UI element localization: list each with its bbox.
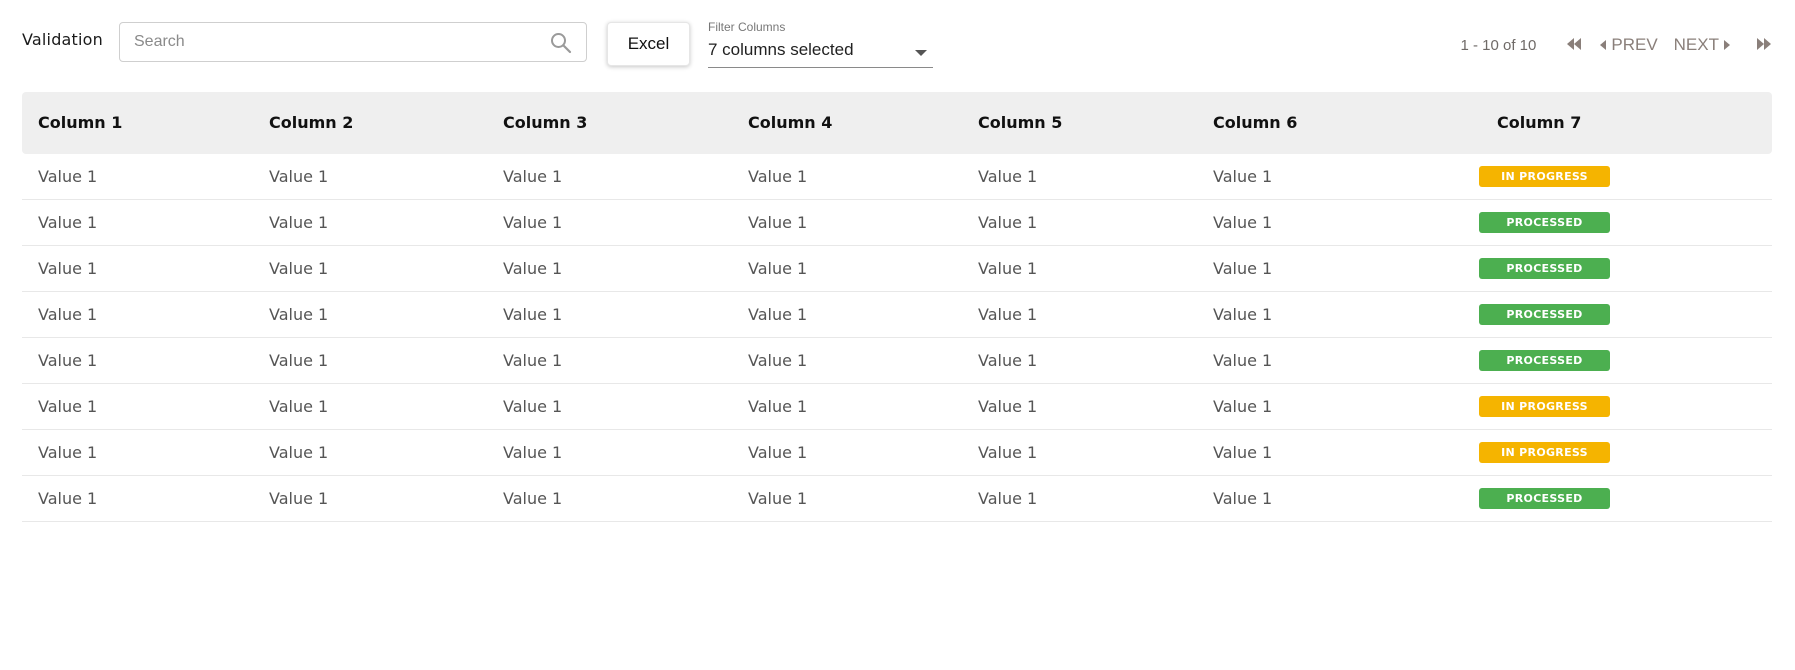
filter-columns-value[interactable]: 7 columns selected (708, 40, 854, 60)
table-cell: Value 1 (269, 167, 329, 186)
chevron-right-icon (1724, 40, 1730, 50)
table-row[interactable]: Value 1 Value 1 Value 1 Value 1 Value 1 … (22, 338, 1772, 384)
table-cell: Value 1 (38, 167, 98, 186)
table-cell: Value 1 (978, 305, 1038, 324)
chevron-left-icon (1600, 40, 1607, 50)
table-cell: Value 1 (978, 443, 1038, 462)
table-cell: Value 1 (503, 489, 563, 508)
table-header: Column 1 Column 2 Column 3 Column 4 Colu… (22, 92, 1772, 154)
table-cell: Value 1 (503, 443, 563, 462)
first-page-button[interactable] (1566, 35, 1582, 55)
table-cell: Value 1 (269, 305, 329, 324)
last-page-icon (1756, 35, 1772, 55)
table-cell: Value 1 (748, 489, 808, 508)
excel-export-button[interactable]: Excel (607, 22, 690, 66)
table-cell: Value 1 (1213, 397, 1273, 416)
table-cell: Value 1 (1213, 489, 1273, 508)
table-cell: Value 1 (503, 397, 563, 416)
last-page-button[interactable] (1756, 35, 1772, 55)
table-cell: Value 1 (978, 351, 1038, 370)
first-page-icon (1566, 35, 1582, 55)
table-cell: Value 1 (1213, 259, 1273, 278)
table-cell: Value 1 (978, 259, 1038, 278)
table-cell: Value 1 (38, 259, 98, 278)
status-badge: IN PROGRESS (1479, 442, 1610, 463)
table-cell: Value 1 (38, 305, 98, 324)
table-cell: Value 1 (269, 443, 329, 462)
table-cell: Value 1 (503, 305, 563, 324)
table-row[interactable]: Value 1 Value 1 Value 1 Value 1 Value 1 … (22, 476, 1772, 522)
next-page-button[interactable]: NEXT (1674, 35, 1730, 55)
table-cell: Value 1 (1213, 167, 1273, 186)
table-cell: Value 1 (978, 213, 1038, 232)
table-cell: Value 1 (269, 397, 329, 416)
status-badge: IN PROGRESS (1479, 396, 1610, 417)
table-row[interactable]: Value 1 Value 1 Value 1 Value 1 Value 1 … (22, 430, 1772, 476)
table-cell: Value 1 (269, 213, 329, 232)
status-badge: PROCESSED (1479, 212, 1610, 233)
table-cell: Value 1 (748, 305, 808, 324)
status-badge: IN PROGRESS (1479, 166, 1610, 187)
table-cell: Value 1 (1213, 443, 1273, 462)
column-header-1[interactable]: Column 1 (38, 92, 122, 154)
table-row[interactable]: Value 1 Value 1 Value 1 Value 1 Value 1 … (22, 292, 1772, 338)
table-cell: Value 1 (38, 351, 98, 370)
filter-underline (708, 67, 933, 68)
table-cell: Value 1 (978, 489, 1038, 508)
table-row[interactable]: Value 1 Value 1 Value 1 Value 1 Value 1 … (22, 246, 1772, 292)
table-cell: Value 1 (38, 213, 98, 232)
table-cell: Value 1 (38, 397, 98, 416)
table-cell: Value 1 (38, 443, 98, 462)
table-cell: Value 1 (748, 213, 808, 232)
column-header-7[interactable]: Column 7 (1497, 92, 1581, 154)
table-cell: Value 1 (269, 351, 329, 370)
filter-columns-select[interactable]: Filter Columns 7 columns selected (708, 20, 933, 70)
column-header-5[interactable]: Column 5 (978, 92, 1062, 154)
column-header-2[interactable]: Column 2 (269, 92, 353, 154)
table-cell: Value 1 (748, 259, 808, 278)
prev-label: PREV (1611, 35, 1658, 54)
filter-columns-label: Filter Columns (708, 20, 786, 34)
table-row[interactable]: Value 1 Value 1 Value 1 Value 1 Value 1 … (22, 200, 1772, 246)
table-cell: Value 1 (1213, 305, 1273, 324)
table-cell: Value 1 (748, 167, 808, 186)
status-badge: PROCESSED (1479, 350, 1610, 371)
status-badge: PROCESSED (1479, 258, 1610, 279)
status-badge: PROCESSED (1479, 488, 1610, 509)
chevron-down-icon[interactable] (915, 50, 927, 56)
status-badge: PROCESSED (1479, 304, 1610, 325)
table-cell: Value 1 (748, 397, 808, 416)
table-row[interactable]: Value 1 Value 1 Value 1 Value 1 Value 1 … (22, 384, 1772, 430)
table-cell: Value 1 (748, 351, 808, 370)
data-table: Column 1 Column 2 Column 3 Column 4 Colu… (22, 92, 1772, 522)
table-cell: Value 1 (269, 489, 329, 508)
toolbar: Validation Excel Filter Columns 7 column… (22, 20, 1772, 72)
page-range: 1 - 10 of 10 (1460, 36, 1537, 54)
table-cell: Value 1 (1213, 213, 1273, 232)
table-cell: Value 1 (978, 397, 1038, 416)
next-label: NEXT (1673, 35, 1719, 54)
table-cell: Value 1 (503, 167, 563, 186)
search-input[interactable] (134, 23, 534, 61)
search-box[interactable] (119, 22, 587, 62)
pagination: 1 - 10 of 10 PREV NEXT (1460, 34, 1772, 56)
column-header-3[interactable]: Column 3 (503, 92, 587, 154)
table-cell: Value 1 (269, 259, 329, 278)
table-cell: Value 1 (748, 443, 808, 462)
table-cell: Value 1 (503, 259, 563, 278)
column-header-6[interactable]: Column 6 (1213, 92, 1297, 154)
table-cell: Value 1 (978, 167, 1038, 186)
table-cell: Value 1 (503, 213, 563, 232)
page-title: Validation (22, 30, 104, 49)
search-icon[interactable] (550, 32, 572, 54)
table-cell: Value 1 (38, 489, 98, 508)
table-cell: Value 1 (503, 351, 563, 370)
table-cell: Value 1 (1213, 351, 1273, 370)
table-row[interactable]: Value 1 Value 1 Value 1 Value 1 Value 1 … (22, 154, 1772, 200)
prev-page-button[interactable]: PREV (1600, 35, 1658, 55)
column-header-4[interactable]: Column 4 (748, 92, 832, 154)
